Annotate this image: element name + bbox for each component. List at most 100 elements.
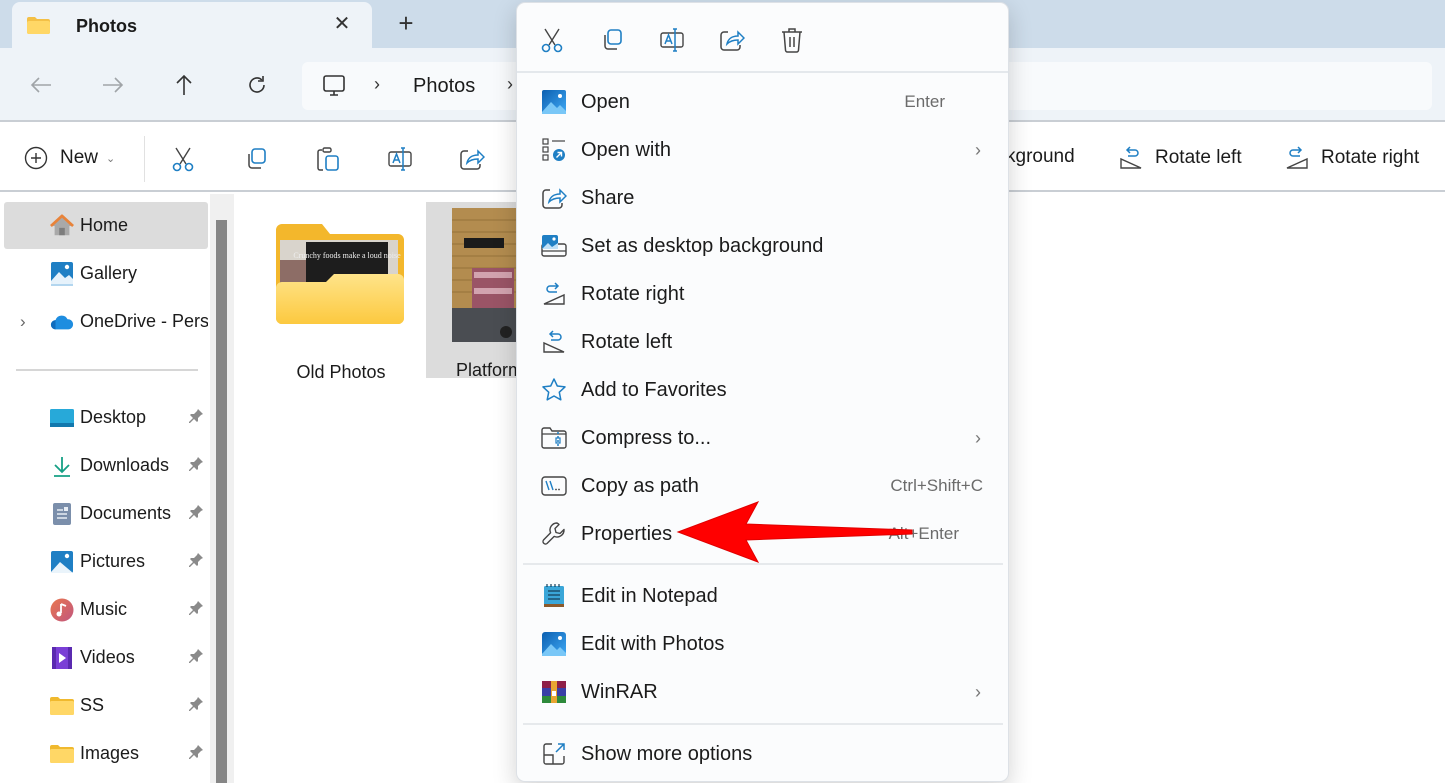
rotate-right-icon <box>1286 146 1308 169</box>
chevron-right-icon[interactable]: › <box>20 312 26 332</box>
file-item-platform[interactable]: Platform <box>426 202 523 380</box>
onedrive-icon <box>50 310 74 334</box>
plus-circle-icon <box>24 146 48 170</box>
menu-label: Rotate left <box>581 330 673 353</box>
sidebar-item-onedrive[interactable]: › OneDrive - Personal <box>4 298 208 345</box>
menu-item-add-to-favorites[interactable]: Add to Favorites <box>523 367 1003 413</box>
breadcrumb-photos[interactable]: Photos <box>413 75 475 98</box>
menu-label: Open <box>581 90 630 113</box>
photos-app-icon <box>541 89 567 115</box>
share-icon[interactable] <box>457 144 487 174</box>
pin-icon[interactable] <box>188 600 204 616</box>
paste-icon[interactable] <box>313 144 343 174</box>
refresh-icon[interactable] <box>242 70 272 100</box>
sidebar-label: OneDrive - Personal <box>80 311 208 331</box>
documents-icon <box>50 502 74 526</box>
desktop-icon <box>50 406 74 430</box>
rotate-right-label: Rotate right <box>1321 147 1420 168</box>
arrow-up-icon[interactable] <box>169 70 199 100</box>
set-background-button[interactable]: kground <box>1006 146 1075 168</box>
pictures-icon <box>50 550 74 574</box>
menu-label: Edit with Photos <box>581 632 725 655</box>
sidebar-item-videos[interactable]: Videos <box>4 634 208 681</box>
folder-icon <box>27 17 50 34</box>
sidebar-label: Home <box>80 215 129 235</box>
zip-folder-icon <box>541 425 567 451</box>
menu-item-winrar[interactable]: WinRAR › <box>523 669 1003 715</box>
arrow-right-icon[interactable] <box>98 70 128 100</box>
pin-icon[interactable] <box>188 696 204 712</box>
new-button[interactable]: New ⌄ <box>24 146 115 170</box>
rotate-left-label: Rotate left <box>1155 147 1242 168</box>
cut-icon[interactable] <box>168 144 198 174</box>
close-icon[interactable]: ✕ <box>330 12 354 36</box>
pin-icon[interactable] <box>188 648 204 664</box>
sidebar-item-pictures[interactable]: Pictures <box>4 538 208 585</box>
music-icon <box>50 598 74 622</box>
pin-icon[interactable] <box>188 456 204 472</box>
wrench-icon <box>541 521 567 547</box>
scrollbar-thumb[interactable] <box>216 220 227 783</box>
menu-label: Add to Favorites <box>581 378 727 401</box>
sidebar-item-ss[interactable]: SS <box>4 682 208 729</box>
arrow-left-icon[interactable] <box>26 70 56 100</box>
menu-item-edit-with-photos[interactable]: Edit with Photos <box>523 621 1003 667</box>
menu-item-show-more-options[interactable]: Show more options <box>523 731 1003 777</box>
tab-photos[interactable]: Photos ✕ <box>12 2 372 48</box>
cut-icon[interactable] <box>537 25 567 55</box>
menu-item-edit-in-notepad[interactable]: Edit in Notepad <box>523 573 1003 619</box>
copy-icon[interactable] <box>597 25 627 55</box>
rotate-left-button[interactable]: Rotate left <box>1119 146 1242 170</box>
menu-item-properties[interactable]: Properties Alt+Enter <box>523 511 1003 557</box>
sidebar-item-desktop[interactable]: Desktop <box>4 394 208 441</box>
delete-icon[interactable] <box>777 25 807 55</box>
rotate-right-button[interactable]: Rotate right <box>1285 146 1419 170</box>
winrar-icon <box>541 679 567 705</box>
chevron-right-icon: › <box>507 74 513 94</box>
share-icon[interactable] <box>717 25 747 55</box>
file-item-old-photos[interactable]: Crunchy foods make a loud noise Old Phot… <box>266 204 416 382</box>
quick-actions-bar <box>517 3 1008 73</box>
rename-icon[interactable] <box>657 25 687 55</box>
sidebar-item-documents[interactable]: Documents <box>4 490 208 537</box>
copy-icon[interactable] <box>241 144 271 174</box>
menu-item-compress-to[interactable]: Compress to... › <box>523 415 1003 461</box>
chevron-right-icon: › <box>975 139 981 160</box>
menu-item-share[interactable]: Share <box>523 175 1003 221</box>
menu-item-copy-as-path[interactable]: Copy as path Ctrl+Shift+C <box>523 463 1003 509</box>
shortcut-text: Alt+Enter <box>888 524 959 543</box>
share-icon <box>541 185 567 211</box>
menu-item-rotate-left[interactable]: Rotate left <box>523 319 1003 365</box>
menu-label: Rotate right <box>581 282 685 305</box>
sidebar-item-images[interactable]: Images <box>4 730 208 777</box>
videos-icon <box>50 646 74 670</box>
sidebar-item-home[interactable]: Home <box>4 202 208 249</box>
photos-app-icon <box>541 631 567 657</box>
folder-icon <box>50 694 74 718</box>
menu-item-open[interactable]: Open Enter <box>523 79 1003 125</box>
sidebar-item-gallery[interactable]: Gallery <box>4 250 208 297</box>
menu-item-rotate-right[interactable]: Rotate right <box>523 271 1003 317</box>
rename-icon[interactable] <box>385 144 415 174</box>
shortcut-text: Enter <box>904 92 945 111</box>
rotate-left-icon <box>541 329 567 355</box>
menu-label: Open with <box>581 138 672 161</box>
thumbnail-text: Crunchy foods make a loud noise <box>293 251 401 260</box>
sidebar-item-music[interactable]: Music <box>4 586 208 633</box>
new-label: New <box>60 147 99 168</box>
pin-icon[interactable] <box>188 552 204 568</box>
plus-icon[interactable]: + <box>393 10 419 36</box>
rotate-right-icon <box>541 281 567 307</box>
pin-icon[interactable] <box>188 744 204 760</box>
chevron-down-icon: ⌄ <box>106 152 116 165</box>
menu-label: WinRAR <box>581 680 658 703</box>
chevron-right-icon: › <box>975 681 981 702</box>
open-with-icon <box>541 137 567 163</box>
divider <box>144 136 145 182</box>
sidebar-item-downloads[interactable]: Downloads <box>4 442 208 489</box>
menu-item-open-with[interactable]: Open with › <box>523 127 1003 173</box>
pin-icon[interactable] <box>188 408 204 424</box>
pin-icon[interactable] <box>188 504 204 520</box>
menu-item-set-desktop-background[interactable]: Set as desktop background <box>523 223 1003 269</box>
chevron-right-icon: › <box>374 74 380 94</box>
